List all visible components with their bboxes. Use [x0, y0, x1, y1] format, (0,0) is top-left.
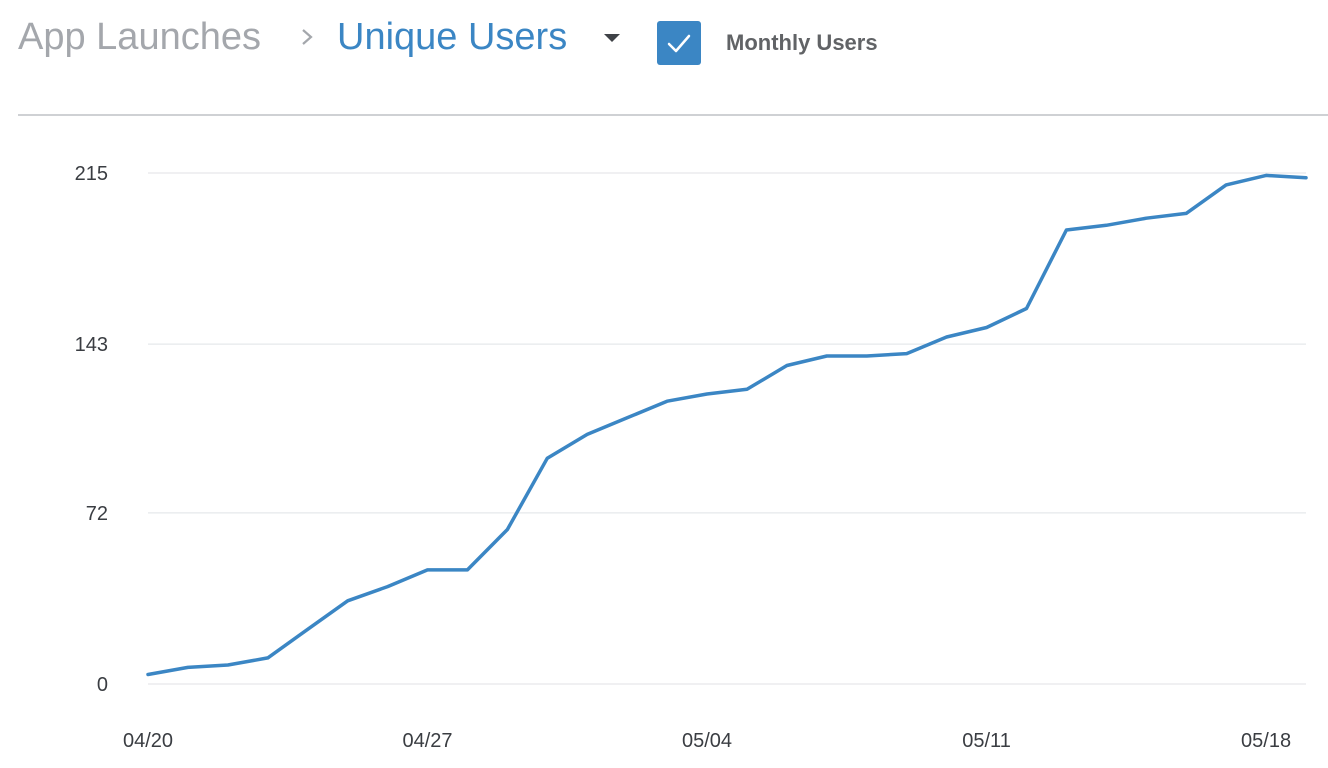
checkmark-icon [667, 34, 691, 53]
data-point[interactable] [861, 350, 873, 362]
data-point[interactable] [1140, 212, 1152, 224]
data-point[interactable] [621, 412, 633, 424]
y-tick-label: 0 [97, 674, 108, 696]
data-point[interactable] [1300, 172, 1312, 184]
x-tick-label: 04/27 [402, 730, 452, 752]
data-point[interactable] [1180, 207, 1192, 219]
data-point[interactable] [302, 623, 314, 635]
header-divider [18, 114, 1328, 116]
data-point[interactable] [1220, 179, 1232, 191]
data-point[interactable] [382, 581, 394, 593]
data-point[interactable] [781, 360, 793, 372]
data-point[interactable] [941, 331, 953, 343]
data-point[interactable] [1020, 302, 1032, 314]
caret-down-icon[interactable] [604, 34, 620, 42]
chart-header: App Launches Unique Users Monthly Users [0, 0, 1328, 116]
data-point[interactable] [981, 321, 993, 333]
data-point[interactable] [701, 388, 713, 400]
data-point[interactable] [741, 383, 753, 395]
data-point[interactable] [541, 452, 553, 464]
data-point[interactable] [901, 348, 913, 360]
y-tick-label: 72 [86, 503, 108, 525]
line-chart: 0 72 143 215 04/20 04/27 05/04 05/11 05/18 [75, 163, 1312, 752]
data-point[interactable] [1060, 224, 1072, 236]
y-tick-label: 215 [75, 163, 108, 185]
data-point[interactable] [501, 524, 513, 536]
x-axis-ticks: 04/20 04/27 05/04 05/11 05/18 [123, 730, 1291, 752]
x-tick-label: 05/18 [1241, 730, 1291, 752]
y-axis-ticks: 0 72 143 215 [75, 163, 108, 696]
breadcrumb-current[interactable]: Unique Users [337, 14, 567, 60]
monthly-users-label[interactable]: Monthly Users [726, 30, 878, 56]
data-point[interactable] [581, 428, 593, 440]
data-point[interactable] [661, 395, 673, 407]
data-point[interactable] [461, 564, 473, 576]
chevron-right-icon [302, 29, 313, 45]
monthly-users-checkbox[interactable] [657, 21, 701, 65]
data-point[interactable] [342, 595, 354, 607]
grid-lines [148, 172, 1306, 685]
data-point[interactable] [422, 564, 434, 576]
data-point[interactable] [262, 652, 274, 664]
x-tick-label: 04/20 [123, 730, 173, 752]
data-point[interactable] [222, 659, 234, 671]
series-line [146, 173, 1308, 677]
data-point[interactable] [1100, 219, 1112, 231]
x-tick-label: 05/11 [962, 730, 1011, 752]
data-point[interactable] [821, 350, 833, 362]
breadcrumb-root[interactable]: App Launches [18, 14, 261, 60]
series-layer [142, 169, 1312, 680]
y-tick-label: 143 [75, 334, 108, 356]
data-point[interactable] [142, 668, 154, 680]
data-point[interactable] [1260, 169, 1272, 181]
x-tick-label: 05/04 [682, 730, 732, 752]
data-point[interactable] [182, 661, 194, 673]
